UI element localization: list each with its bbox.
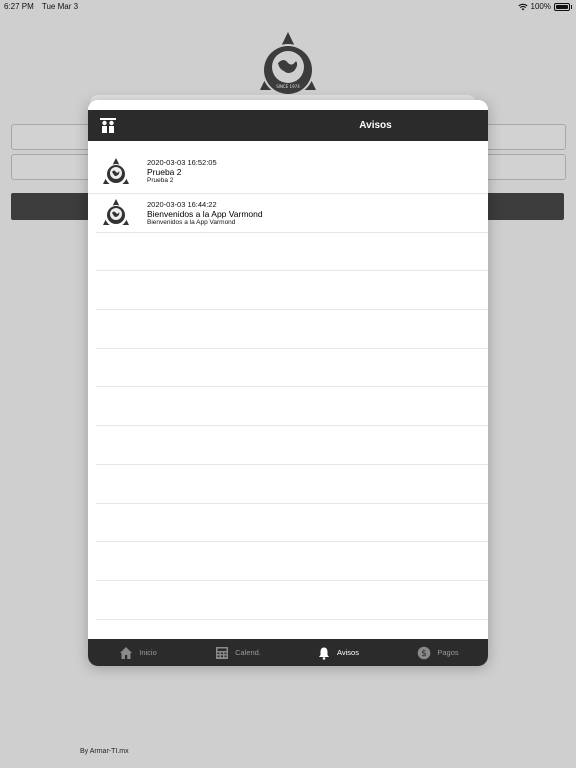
school-logo: SINCE 1974	[260, 32, 316, 96]
notice-title: Prueba 2	[147, 167, 182, 177]
status-bar: 6:27 PM Tue Mar 3 100%	[0, 0, 576, 12]
empty-row	[96, 581, 488, 620]
modal-top-strip	[88, 100, 488, 110]
empty-row	[96, 504, 488, 543]
modal-title: Avisos	[359, 120, 392, 131]
notice-texts: 2020-03-03 16:52:05 Prueba 2 Prueba 2	[147, 159, 217, 185]
status-time: 6:27 PM	[4, 2, 34, 11]
school-logo-icon	[103, 158, 129, 186]
notice-row[interactable]: 2020-03-03 16:44:22 Bienvenidos a la App…	[96, 194, 488, 233]
empty-row	[96, 426, 488, 465]
notice-body: Prueba 2	[147, 177, 174, 184]
notice-row[interactable]: 2020-03-03 16:52:05 Prueba 2 Prueba 2	[88, 141, 488, 194]
logo-since-text: SINCE 1974	[276, 84, 300, 89]
notice-body: Bienvenidos a la App Varmond	[147, 219, 236, 226]
notice-date: 2020-03-03 16:44:22	[147, 200, 217, 209]
battery-icon	[554, 2, 572, 11]
empty-row	[96, 271, 488, 311]
notice-title: Bienvenidos a la App Varmond	[147, 209, 263, 219]
tab-label: Avisos	[337, 648, 359, 657]
tab-bar: Inicio Calend. Avisos $ Pagos	[88, 639, 488, 666]
wifi-icon	[517, 3, 528, 10]
footer-credit: By Armar-TI.mx	[80, 748, 129, 755]
tab-avisos[interactable]: Avisos	[288, 639, 388, 666]
empty-row	[96, 465, 488, 504]
home-icon	[120, 646, 133, 659]
dollar-icon: $	[418, 646, 431, 659]
tab-pagos[interactable]: $ Pagos	[388, 639, 488, 666]
tab-label: Inicio	[139, 648, 157, 657]
notice-date: 2020-03-03 16:52:05	[147, 158, 217, 167]
school-logo-icon	[103, 199, 129, 227]
status-date: Tue Mar 3	[41, 2, 79, 11]
tab-label: Calend.	[235, 648, 261, 657]
empty-row	[96, 542, 488, 581]
battery-percent: 100%	[530, 2, 551, 11]
empty-row	[96, 310, 488, 349]
notices-list[interactable]: 2020-03-03 16:52:05 Prueba 2 Prueba 2 20…	[88, 141, 488, 639]
avisos-modal: Avisos 2020-03-03 16:52:05 Prueba 2 Prue…	[88, 100, 488, 666]
empty-row	[96, 387, 488, 427]
navigation-bar: Avisos	[88, 110, 488, 141]
svg-text:$: $	[421, 649, 427, 659]
tab-inicio[interactable]: Inicio	[88, 639, 188, 666]
tab-label: Pagos	[437, 648, 459, 657]
empty-row	[96, 349, 488, 388]
calculator-icon	[216, 646, 229, 659]
tab-calendario[interactable]: Calend.	[188, 639, 288, 666]
bell-icon	[319, 647, 330, 660]
empty-row	[96, 233, 488, 272]
notice-texts: 2020-03-03 16:44:22 Bienvenidos a la App…	[147, 201, 263, 227]
